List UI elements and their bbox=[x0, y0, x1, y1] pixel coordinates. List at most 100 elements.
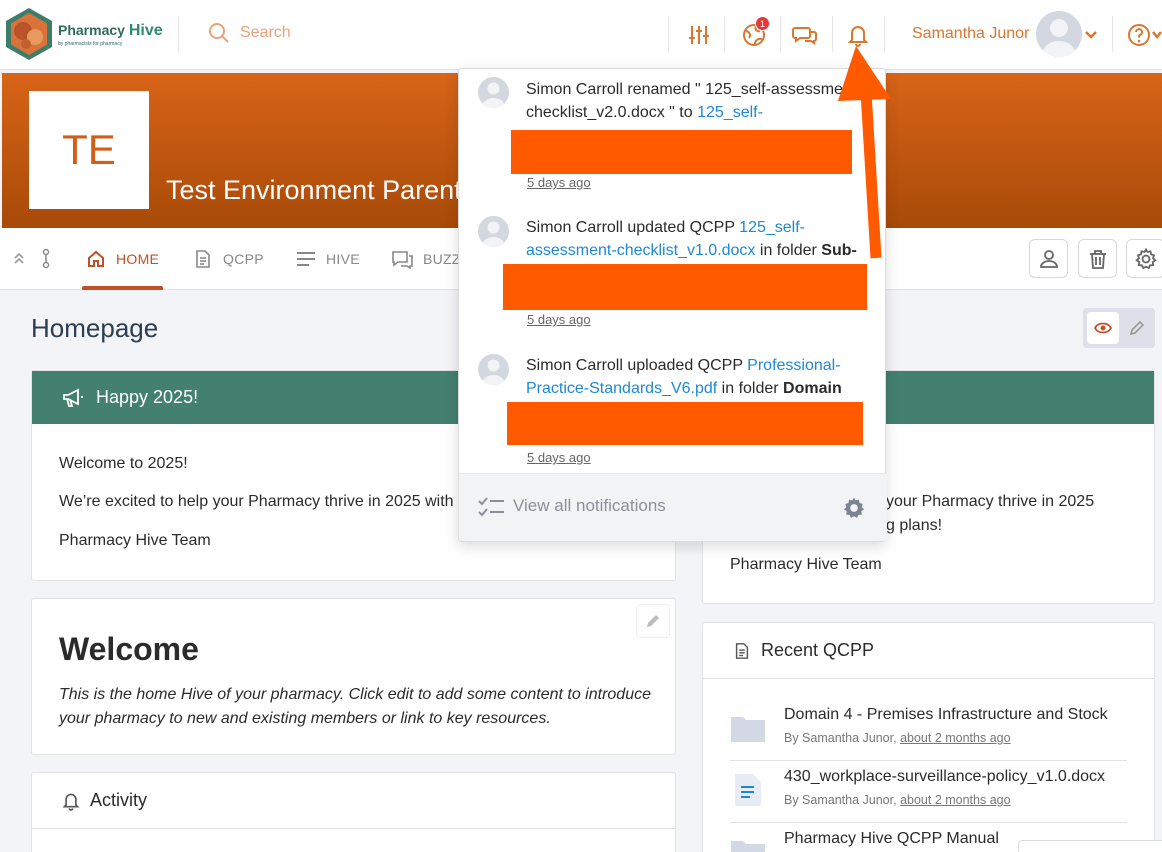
help-button[interactable] bbox=[1124, 20, 1154, 50]
tab-qcpp[interactable]: QCPP bbox=[193, 228, 264, 290]
avatar bbox=[478, 216, 509, 247]
avatar bbox=[478, 354, 509, 385]
notifications-dropdown: Simon Carroll renamed " 125_self-assessm… bbox=[458, 68, 887, 542]
more-vertical-icon[interactable] bbox=[40, 248, 52, 270]
notification-count-badge: 1 bbox=[755, 16, 770, 31]
tab-label: HIVE bbox=[326, 251, 360, 267]
notification-item[interactable]: Simon Carroll renamed " 125_self-assessm… bbox=[459, 69, 887, 199]
user-icon bbox=[1039, 249, 1058, 268]
item-date-link[interactable]: about 2 months ago bbox=[900, 793, 1011, 807]
logo-tagline: by pharmacists for pharmacy bbox=[58, 40, 123, 47]
notifications-button[interactable] bbox=[843, 20, 873, 50]
chevron-down-icon[interactable] bbox=[1152, 30, 1162, 40]
item-date-link[interactable]: about 2 months ago bbox=[900, 731, 1011, 745]
item-title[interactable]: Domain 4 - Premises Infrastructure and S… bbox=[784, 706, 1108, 724]
tab-label: HOME bbox=[116, 251, 160, 267]
page-title: Homepage bbox=[31, 313, 159, 343]
list-item[interactable]: 430_workplace-surveillance-policy_v1.0.d… bbox=[730, 761, 1127, 823]
chevron-down-icon[interactable] bbox=[1084, 30, 1098, 40]
welcome-title: Welcome bbox=[59, 631, 199, 667]
divider bbox=[178, 16, 179, 52]
hive-title: Test Environment Parent bbox=[166, 175, 462, 205]
document-icon bbox=[735, 774, 761, 806]
chat-icon bbox=[392, 251, 413, 269]
item-title[interactable]: 430_workplace-surveillance-policy_v1.0.d… bbox=[784, 768, 1105, 786]
search-input[interactable] bbox=[240, 24, 440, 42]
logo-wordmark: Pharmacy Hive bbox=[58, 21, 163, 39]
folder-icon bbox=[731, 841, 765, 852]
filters-button[interactable] bbox=[684, 20, 714, 50]
settings-button[interactable] bbox=[1126, 239, 1162, 278]
notification-item[interactable]: Simon Carroll updated QCPP 125_self-asse… bbox=[459, 207, 887, 337]
activity-header: Activity bbox=[32, 773, 675, 829]
pencil-icon bbox=[1129, 320, 1145, 336]
document-icon bbox=[735, 642, 749, 659]
view-all-notifications-link[interactable]: View all notifications bbox=[513, 496, 666, 516]
announcement-line: g plans! bbox=[886, 517, 943, 534]
notification-item[interactable]: Simon Carroll uploaded QCPP Professional… bbox=[459, 345, 887, 475]
edit-mode-button[interactable] bbox=[1121, 312, 1153, 344]
members-button[interactable] bbox=[1029, 239, 1068, 278]
user-avatar[interactable] bbox=[1036, 11, 1082, 57]
notifications-footer: View all notifications bbox=[459, 473, 887, 541]
hive-initials-logo: TE bbox=[29, 91, 149, 209]
redaction-block bbox=[503, 264, 867, 310]
delete-button[interactable] bbox=[1078, 239, 1117, 278]
recent-qcpp-card: Recent QCPP Domain 4 - Premises Infrastr… bbox=[702, 622, 1155, 852]
tab-buzz[interactable]: BUZZ bbox=[391, 228, 461, 290]
notification-time[interactable]: 5 days ago bbox=[527, 450, 591, 465]
globe-button[interactable]: 1 bbox=[739, 16, 770, 50]
search-box[interactable] bbox=[208, 22, 440, 44]
chat-widget-tab[interactable] bbox=[1018, 840, 1162, 852]
announcement-line: We’re excited to help your Pharmacy thri… bbox=[59, 493, 454, 510]
logo-hex-icon bbox=[6, 8, 52, 60]
document-icon bbox=[196, 250, 210, 268]
search-icon bbox=[209, 23, 229, 43]
tab-hive[interactable]: HIVE bbox=[296, 228, 360, 290]
announcement-line: Welcome to 2025! bbox=[59, 455, 188, 472]
redaction-block bbox=[511, 130, 852, 174]
pencil-icon bbox=[647, 615, 659, 627]
messages-button[interactable] bbox=[790, 20, 820, 50]
view-edit-toggle bbox=[1083, 308, 1155, 348]
user-avatar-icon bbox=[482, 359, 505, 385]
notification-text: Simon Carroll renamed " 125_self-assessm… bbox=[526, 81, 862, 121]
announcement-signoff: Pharmacy Hive Team bbox=[730, 556, 882, 573]
eye-icon bbox=[1094, 322, 1112, 334]
view-mode-button[interactable] bbox=[1087, 312, 1119, 344]
activity-card: Activity bbox=[31, 772, 676, 852]
collapse-icon[interactable] bbox=[12, 250, 26, 268]
divider bbox=[884, 16, 885, 52]
avatar bbox=[478, 77, 509, 108]
gear-icon bbox=[1134, 247, 1157, 269]
list-icon bbox=[297, 252, 315, 266]
checklist-icon bbox=[478, 497, 504, 517]
user-avatar-icon bbox=[482, 82, 505, 108]
divider bbox=[780, 16, 781, 52]
edit-welcome-button[interactable] bbox=[636, 604, 670, 638]
tab-label: BUZZ bbox=[423, 251, 461, 267]
recent-qcpp-header: Recent QCPP bbox=[703, 623, 1154, 679]
item-meta: By Samantha Junor, about 2 months ago bbox=[784, 731, 1011, 745]
folder-icon bbox=[731, 717, 765, 742]
list-item[interactable]: Domain 4 - Premises Infrastructure and S… bbox=[730, 699, 1127, 761]
trash-icon bbox=[1089, 249, 1106, 269]
notification-text: Simon Carroll uploaded QCPP Professional… bbox=[526, 357, 842, 397]
help-icon bbox=[1128, 24, 1150, 46]
tab-home[interactable]: HOME bbox=[82, 228, 164, 290]
app-logo[interactable]: Pharmacy Hive by pharmacists for pharmac… bbox=[4, 6, 163, 62]
item-meta: By Samantha Junor, about 2 months ago bbox=[784, 793, 1011, 807]
welcome-body: This is the home Hive of your pharmacy. … bbox=[59, 686, 651, 727]
welcome-card: Welcome This is the home Hive of your ph… bbox=[31, 598, 676, 755]
notification-time[interactable]: 5 days ago bbox=[527, 175, 591, 190]
divider bbox=[668, 16, 669, 52]
tab-label: QCPP bbox=[223, 251, 264, 267]
gear-icon[interactable] bbox=[842, 496, 866, 520]
notification-time[interactable]: 5 days ago bbox=[527, 312, 591, 327]
notification-link[interactable]: 125_self- bbox=[697, 104, 763, 121]
item-title[interactable]: Pharmacy Hive QCPP Manual bbox=[784, 830, 999, 848]
chat-bubbles-icon bbox=[792, 27, 817, 45]
user-name[interactable]: Samantha Junor bbox=[912, 25, 1029, 43]
home-icon bbox=[88, 250, 104, 267]
redaction-block bbox=[507, 402, 863, 445]
